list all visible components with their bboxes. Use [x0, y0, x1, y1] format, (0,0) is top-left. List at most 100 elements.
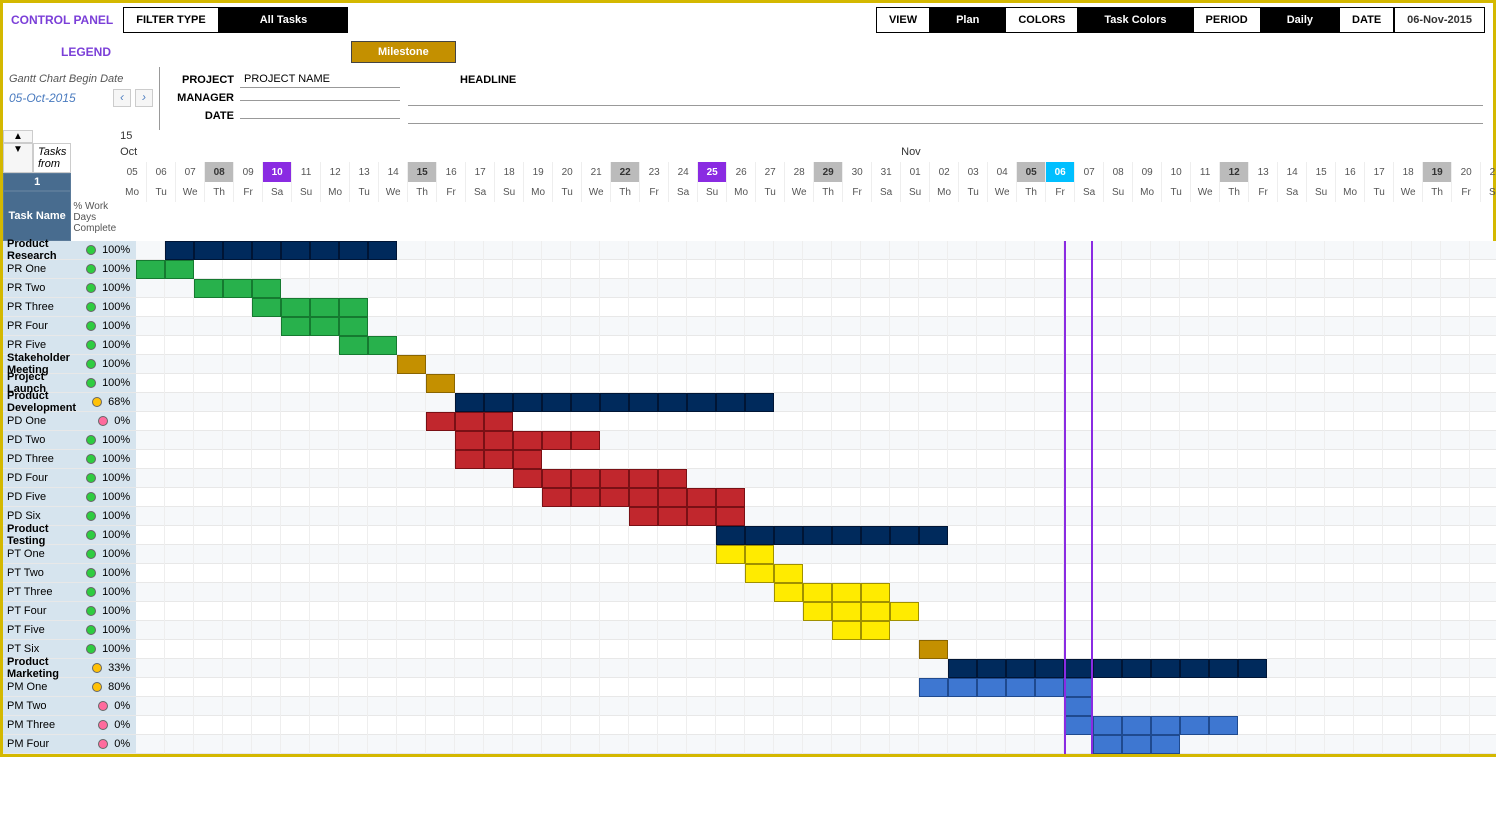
gantt-cell — [1122, 241, 1151, 260]
gantt-cell — [310, 355, 339, 374]
gantt-cell — [1267, 735, 1296, 754]
status-dot-icon — [86, 245, 96, 255]
date-prev-button[interactable]: ‹ — [113, 89, 131, 107]
gantt-cell — [194, 602, 223, 621]
day-num-cell: 25 — [698, 162, 727, 182]
gantt-cell — [977, 393, 1006, 412]
gantt-cell — [1093, 602, 1122, 621]
task-label[interactable]: Product Research — [3, 241, 80, 260]
gantt-cell — [687, 697, 716, 716]
filter-type-dropdown[interactable]: All Tasks — [219, 7, 349, 33]
task-label[interactable]: PM Three — [3, 716, 80, 735]
scroll-down-button[interactable]: ▼ — [3, 143, 33, 173]
gantt-cell — [861, 336, 890, 355]
tasks-from-input[interactable]: Tasks from — [33, 143, 71, 173]
gantt-cell — [1267, 526, 1296, 545]
gantt-cell — [1412, 431, 1441, 450]
task-label[interactable]: PR Four — [3, 317, 80, 336]
manager-input[interactable] — [240, 96, 400, 101]
gantt-cell — [223, 659, 252, 678]
gantt-cell — [571, 241, 600, 260]
task-label[interactable]: PT Four — [3, 602, 80, 621]
task-label[interactable]: PT Two — [3, 564, 80, 583]
task-label[interactable]: PR One — [3, 260, 80, 279]
task-label[interactable]: PM Four — [3, 735, 80, 754]
task-label[interactable]: Product Testing — [3, 526, 80, 545]
gantt-cell — [977, 659, 1006, 678]
gantt-cell — [977, 602, 1006, 621]
gantt-cell — [368, 469, 397, 488]
task-label[interactable]: PT Three — [3, 583, 80, 602]
task-label[interactable]: PM Two — [3, 697, 80, 716]
gantt-cell — [1354, 640, 1383, 659]
gantt-cell — [745, 526, 774, 545]
gantt-cell — [1238, 526, 1267, 545]
headline-input-2[interactable] — [408, 110, 1483, 124]
task-label[interactable]: PR Two — [3, 279, 80, 298]
gantt-cell — [1441, 583, 1470, 602]
period-dropdown[interactable]: Daily — [1261, 7, 1339, 33]
gantt-cell — [919, 659, 948, 678]
date-input[interactable]: 06-Nov-2015 — [1394, 7, 1485, 33]
gantt-cell — [745, 507, 774, 526]
dow-cell: Tu — [350, 182, 379, 202]
task-label[interactable]: PD Five — [3, 488, 80, 507]
task-label[interactable]: Product Marketing — [3, 659, 80, 678]
gantt-cell — [1296, 659, 1325, 678]
task-label[interactable]: PD Three — [3, 450, 80, 469]
gantt-cell — [513, 431, 542, 450]
task-label[interactable]: PR Three — [3, 298, 80, 317]
gantt-cell — [600, 659, 629, 678]
task-label[interactable]: PD Four — [3, 469, 80, 488]
task-label[interactable]: Product Development — [3, 393, 80, 412]
task-label[interactable]: PT Five — [3, 621, 80, 640]
dow-cell: We — [582, 182, 611, 202]
gantt-cell — [194, 260, 223, 279]
scroll-up-button[interactable]: ▲ — [3, 130, 33, 143]
project-name-input[interactable]: PROJECT NAME — [240, 71, 400, 88]
date-next-button[interactable]: › — [135, 89, 153, 107]
gantt-cell — [1441, 602, 1470, 621]
gantt-cell — [658, 602, 687, 621]
date-row-input[interactable] — [240, 114, 400, 119]
gantt-cell — [890, 526, 919, 545]
gantt-cell — [890, 336, 919, 355]
gantt-cell — [1267, 431, 1296, 450]
day-num-cell: 19 — [1423, 162, 1452, 182]
gantt-cell — [890, 450, 919, 469]
gantt-cell — [426, 241, 455, 260]
gantt-cell — [919, 640, 948, 659]
pct-value: 68% — [108, 396, 130, 408]
gantt-cell — [1267, 374, 1296, 393]
gantt-cell — [1238, 469, 1267, 488]
gantt-cell — [861, 431, 890, 450]
gantt-cell — [1064, 678, 1093, 697]
gantt-cell — [803, 355, 832, 374]
dow-cell: Mo — [1336, 182, 1365, 202]
gantt-cell — [310, 659, 339, 678]
gantt-cell — [542, 583, 571, 602]
task-label[interactable]: PT One — [3, 545, 80, 564]
gantt-cell — [890, 374, 919, 393]
gantt-row — [136, 393, 1496, 412]
gantt-cell — [1064, 260, 1093, 279]
headline-input[interactable] — [408, 92, 1483, 106]
gantt-cell — [1151, 431, 1180, 450]
day-num-cell: 18 — [1394, 162, 1423, 182]
gantt-cell — [513, 450, 542, 469]
colors-dropdown[interactable]: Task Colors — [1078, 7, 1192, 33]
task-label[interactable]: PM One — [3, 678, 80, 697]
gantt-cell — [803, 659, 832, 678]
task-name-header: Task Name — [3, 191, 71, 241]
gantt-cell — [1064, 355, 1093, 374]
gantt-cell — [1064, 640, 1093, 659]
gantt-cell — [513, 697, 542, 716]
task-label[interactable]: PD One — [3, 412, 80, 431]
dow-cell: Sa — [669, 182, 698, 202]
gantt-row — [136, 602, 1496, 621]
view-dropdown[interactable]: Plan — [930, 7, 1005, 33]
gantt-cell — [774, 659, 803, 678]
gantt-cell — [745, 583, 774, 602]
task-label[interactable]: PD Two — [3, 431, 80, 450]
gantt-cell — [658, 450, 687, 469]
